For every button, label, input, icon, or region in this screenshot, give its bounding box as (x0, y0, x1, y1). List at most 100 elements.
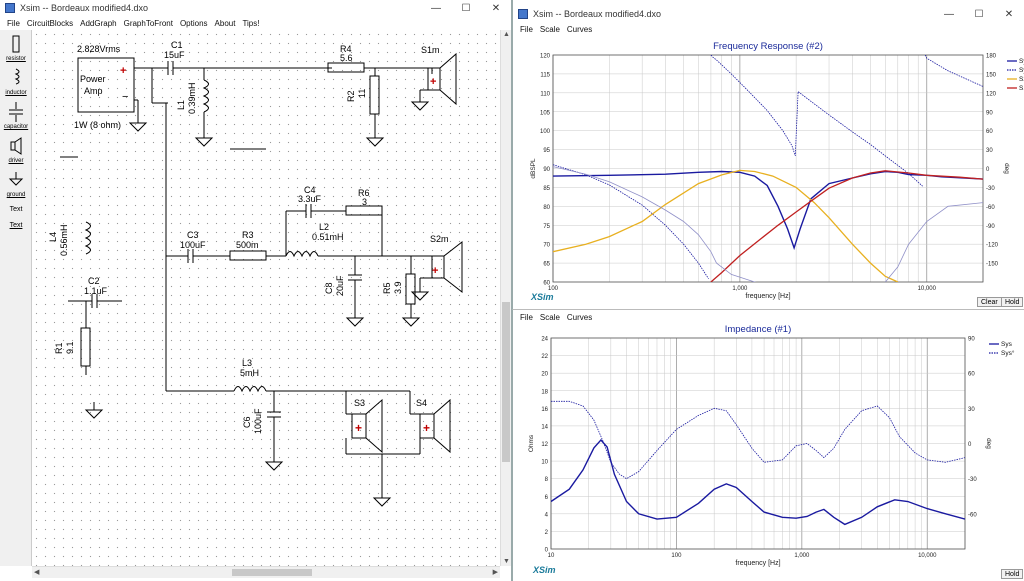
fr-xtick-label: 10,000 (918, 286, 937, 292)
L2-coil (285, 251, 319, 258)
C2-value: 1.1uF (84, 286, 108, 296)
S4-label: S4 (416, 398, 427, 408)
fr-y2tick-label: 0 (986, 167, 990, 173)
fr-hold-button[interactable]: Hold (1001, 297, 1024, 307)
fr-xtick-label: 1,000 (732, 286, 748, 292)
S2m-label: S2m (430, 234, 449, 244)
C6-name: C6 (242, 416, 252, 428)
schematic-canvas[interactable]: 2.828Vrms Power Amp 1W (8 ohm) + − C1 15… (32, 30, 500, 566)
scroll-left-icon[interactable]: ◀ (34, 568, 39, 576)
R4-body (327, 62, 365, 73)
palette-inductor[interactable]: inductor (2, 68, 30, 96)
menu-tips[interactable]: Tips! (242, 19, 259, 28)
fr-xsim-logo: XSim (531, 292, 554, 302)
menu-addgraph[interactable]: AddGraph (80, 19, 116, 28)
S4-cone (433, 398, 451, 454)
imp-y2tick-label: 60 (968, 372, 975, 378)
ground-icon (8, 172, 24, 186)
main-horizontal-scrollbar[interactable]: ◀ ▶ (32, 566, 500, 578)
imp-ytick-label: 16 (541, 407, 548, 413)
imp-ytick-label: 24 (541, 337, 548, 343)
frequency-response-window: Xsim -- Bordeaux modified4.dxo — ☐ ✕ Fil… (512, 0, 1024, 310)
fr-y2tick-label: 90 (986, 110, 993, 116)
menu-about[interactable]: About (215, 19, 236, 28)
R2-value: 11 (357, 89, 367, 98)
main-window-title: Xsim -- Bordeaux modified4.dxo (20, 3, 149, 13)
imp-ytick-label: 22 (541, 354, 548, 360)
speaker-icon (10, 137, 22, 155)
palette-capacitor[interactable]: capacitor (2, 102, 30, 130)
imp-y2tick-label: -30 (968, 477, 977, 483)
fr-ytick-label: 95 (543, 148, 550, 154)
menu-file[interactable]: File (7, 19, 20, 28)
inductor-icon (14, 68, 20, 85)
imp-xtick-label: 100 (671, 553, 682, 559)
fr-ytick-label: 90 (543, 167, 550, 173)
C6-ground (264, 461, 284, 471)
imp-y2tick-label: -60 (968, 512, 977, 518)
amp-ground-symbol (128, 122, 148, 132)
minimize-icon[interactable]: — (421, 3, 451, 14)
R5-name: R5 (382, 282, 392, 294)
impedance-window: File Scale Curves Impedance (#1) 0 2 4 6 8 10 1… (512, 310, 1024, 581)
R1-body (80, 327, 91, 367)
imp-ytick-label: 10 (541, 460, 548, 466)
fr-ytick-label: 115 (540, 72, 550, 78)
C6-value: 100uF (253, 408, 263, 434)
R5-value: 3.9 (393, 281, 403, 294)
palette-text-underlined[interactable]: Text (2, 222, 30, 229)
imp-y2tick-label: 30 (968, 407, 975, 413)
palette-text[interactable]: Text (2, 206, 30, 213)
speaker-ground (372, 497, 392, 507)
R2-name: R2 (346, 90, 356, 102)
imp-ytick-label: 20 (541, 372, 548, 378)
close-icon[interactable]: ✕ (481, 3, 511, 14)
palette-text2-label: Text (9, 222, 23, 229)
S1m-label: S1m (421, 45, 440, 55)
S2m-cone (443, 240, 463, 294)
imp-y2label: deg (985, 438, 992, 449)
menu-options[interactable]: Options (180, 19, 208, 28)
scroll-up-icon[interactable]: ▲ (503, 31, 510, 38)
imp-ytick-label: 8 (545, 477, 549, 483)
amp-label-2: Amp (84, 86, 103, 96)
menu-graphtofront[interactable]: GraphToFront (124, 19, 173, 28)
fr-y2tick-label: 120 (986, 91, 997, 97)
scroll-right-icon[interactable]: ▶ (493, 568, 498, 576)
imp-hold-button[interactable]: Hold (1001, 569, 1024, 579)
fr-y2tick-label: -30 (986, 186, 995, 192)
R6-value: 3 (362, 197, 367, 207)
imp-ylabel: Ohms (528, 434, 535, 452)
fr-series-s2 (553, 169, 899, 282)
component-palette: resistor inductor capacitor driver groun… (0, 30, 32, 566)
imp-y2tick-label: 90 (968, 337, 975, 343)
fr-y2tick-label: 150 (986, 72, 997, 78)
fr-y2tick-label: -90 (986, 224, 995, 230)
source-voltage-label: 2.828Vrms (77, 44, 121, 54)
R3-value: 500m (236, 240, 259, 250)
R2-ground (365, 137, 385, 147)
fr-legend-label: S1 (1019, 85, 1024, 92)
imp-series-sys (551, 438, 965, 526)
fr-ytick-label: 75 (543, 224, 550, 230)
imp-title: Impedance (#1) (725, 324, 792, 335)
S2m-ground (410, 291, 430, 301)
imp-ytick-label: 6 (545, 495, 549, 501)
main-vertical-scrollbar[interactable]: ▲ ▼ (500, 30, 511, 566)
vertical-scroll-thumb[interactable] (502, 302, 510, 462)
C2-name: C2 (88, 276, 100, 286)
palette-resistor[interactable]: resistor (2, 34, 30, 62)
C8-name: C8 (324, 282, 334, 294)
horizontal-scroll-thumb[interactable] (232, 569, 312, 576)
C3-value: 100uF (180, 240, 206, 250)
menu-circuitblocks[interactable]: CircuitBlocks (27, 19, 73, 28)
R4-value: 5.6 (340, 53, 353, 63)
scroll-down-icon[interactable]: ▼ (503, 558, 510, 565)
imp-xlabel: frequency [Hz] (735, 560, 780, 567)
palette-ground[interactable]: ground (2, 170, 30, 198)
L4-value: 0.56mH (59, 224, 69, 256)
L1-name: L1 (176, 100, 186, 110)
clear-button[interactable]: Clear (977, 297, 1002, 307)
maximize-icon[interactable]: ☐ (451, 3, 481, 14)
palette-driver[interactable]: driver (2, 136, 30, 164)
